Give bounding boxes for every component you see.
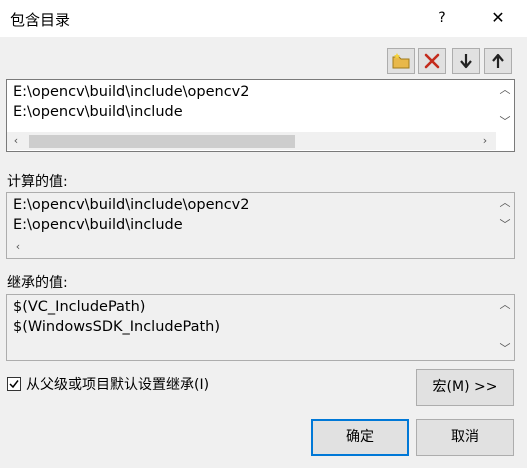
inherit-checkbox[interactable]	[7, 377, 21, 391]
horizontal-scrollbar[interactable]: ‹ ›	[7, 132, 496, 150]
computed-label: 计算的值:	[7, 174, 68, 190]
inherited-lines: $(VC_IncludePath) $(WindowsSDK_IncludePa…	[13, 297, 220, 337]
scroll-thumb[interactable]	[29, 135, 295, 148]
computed-values-box: E:\opencv\build\include\opencv2 E:\openc…	[6, 192, 515, 259]
move-down-icon	[460, 54, 472, 69]
scroll-down-icon[interactable]: ﹀	[496, 217, 514, 233]
move-up-icon	[492, 53, 504, 68]
editor-line[interactable]: E:\opencv\build\include\opencv2	[13, 82, 249, 102]
close-button[interactable]: ✕	[486, 6, 510, 30]
vertical-scrollbar[interactable]: ︿ ﹀	[496, 295, 514, 360]
scroll-up-icon[interactable]: ︿	[496, 82, 514, 98]
ok-button[interactable]: 确定	[311, 419, 409, 456]
inherited-values-box: $(VC_IncludePath) $(WindowsSDK_IncludePa…	[6, 294, 515, 361]
title-bar: 包含目录 ? ✕	[0, 0, 527, 37]
scroll-left-icon[interactable]: ‹	[9, 239, 27, 255]
scroll-up-icon[interactable]: ︿	[496, 297, 514, 313]
checkmark-icon	[9, 380, 19, 389]
scroll-right-icon[interactable]: ›	[476, 133, 494, 149]
help-button[interactable]: ?	[430, 7, 454, 29]
new-line-button[interactable]	[387, 48, 415, 74]
inherited-line: $(WindowsSDK_IncludePath)	[13, 319, 221, 335]
new-line-icon	[392, 53, 410, 69]
dialog-title: 包含目录	[10, 11, 71, 29]
include-dirs-editor[interactable]: E:\opencv\build\include\opencv2 E:\openc…	[6, 79, 515, 152]
move-down-button[interactable]	[452, 48, 480, 74]
inherited-line: $(VC_IncludePath)	[13, 299, 146, 315]
computed-line: E:\opencv\build\include	[13, 217, 183, 233]
computed-lines: E:\opencv\build\include\opencv2 E:\openc…	[13, 195, 249, 235]
move-up-button[interactable]	[484, 48, 512, 74]
inherit-checkbox-label[interactable]: 从父级或项目默认设置继承(I)	[26, 374, 209, 394]
scroll-left-icon[interactable]: ‹	[7, 133, 25, 149]
scroll-down-icon[interactable]: ﹀	[496, 114, 514, 130]
vertical-scrollbar[interactable]: ︿ ﹀	[496, 193, 514, 240]
window-edge	[519, 37, 527, 468]
scroll-up-icon[interactable]: ︿	[496, 195, 514, 211]
macro-button[interactable]: 宏(M) >>	[416, 369, 514, 406]
computed-line: E:\opencv\build\include\opencv2	[13, 197, 250, 213]
editor-line[interactable]: E:\opencv\build\include	[13, 102, 249, 122]
inherit-checkbox-row[interactable]: 从父级或项目默认设置继承(I)	[7, 374, 209, 394]
inherited-label: 继承的值:	[7, 275, 68, 291]
vertical-scrollbar[interactable]: ︿ ﹀	[496, 80, 514, 133]
cancel-button[interactable]: 取消	[416, 419, 514, 456]
delete-icon	[424, 53, 440, 69]
scroll-down-icon[interactable]: ﹀	[496, 341, 514, 357]
delete-button[interactable]	[418, 48, 446, 74]
editor-lines[interactable]: E:\opencv\build\include\opencv2 E:\openc…	[13, 82, 249, 122]
